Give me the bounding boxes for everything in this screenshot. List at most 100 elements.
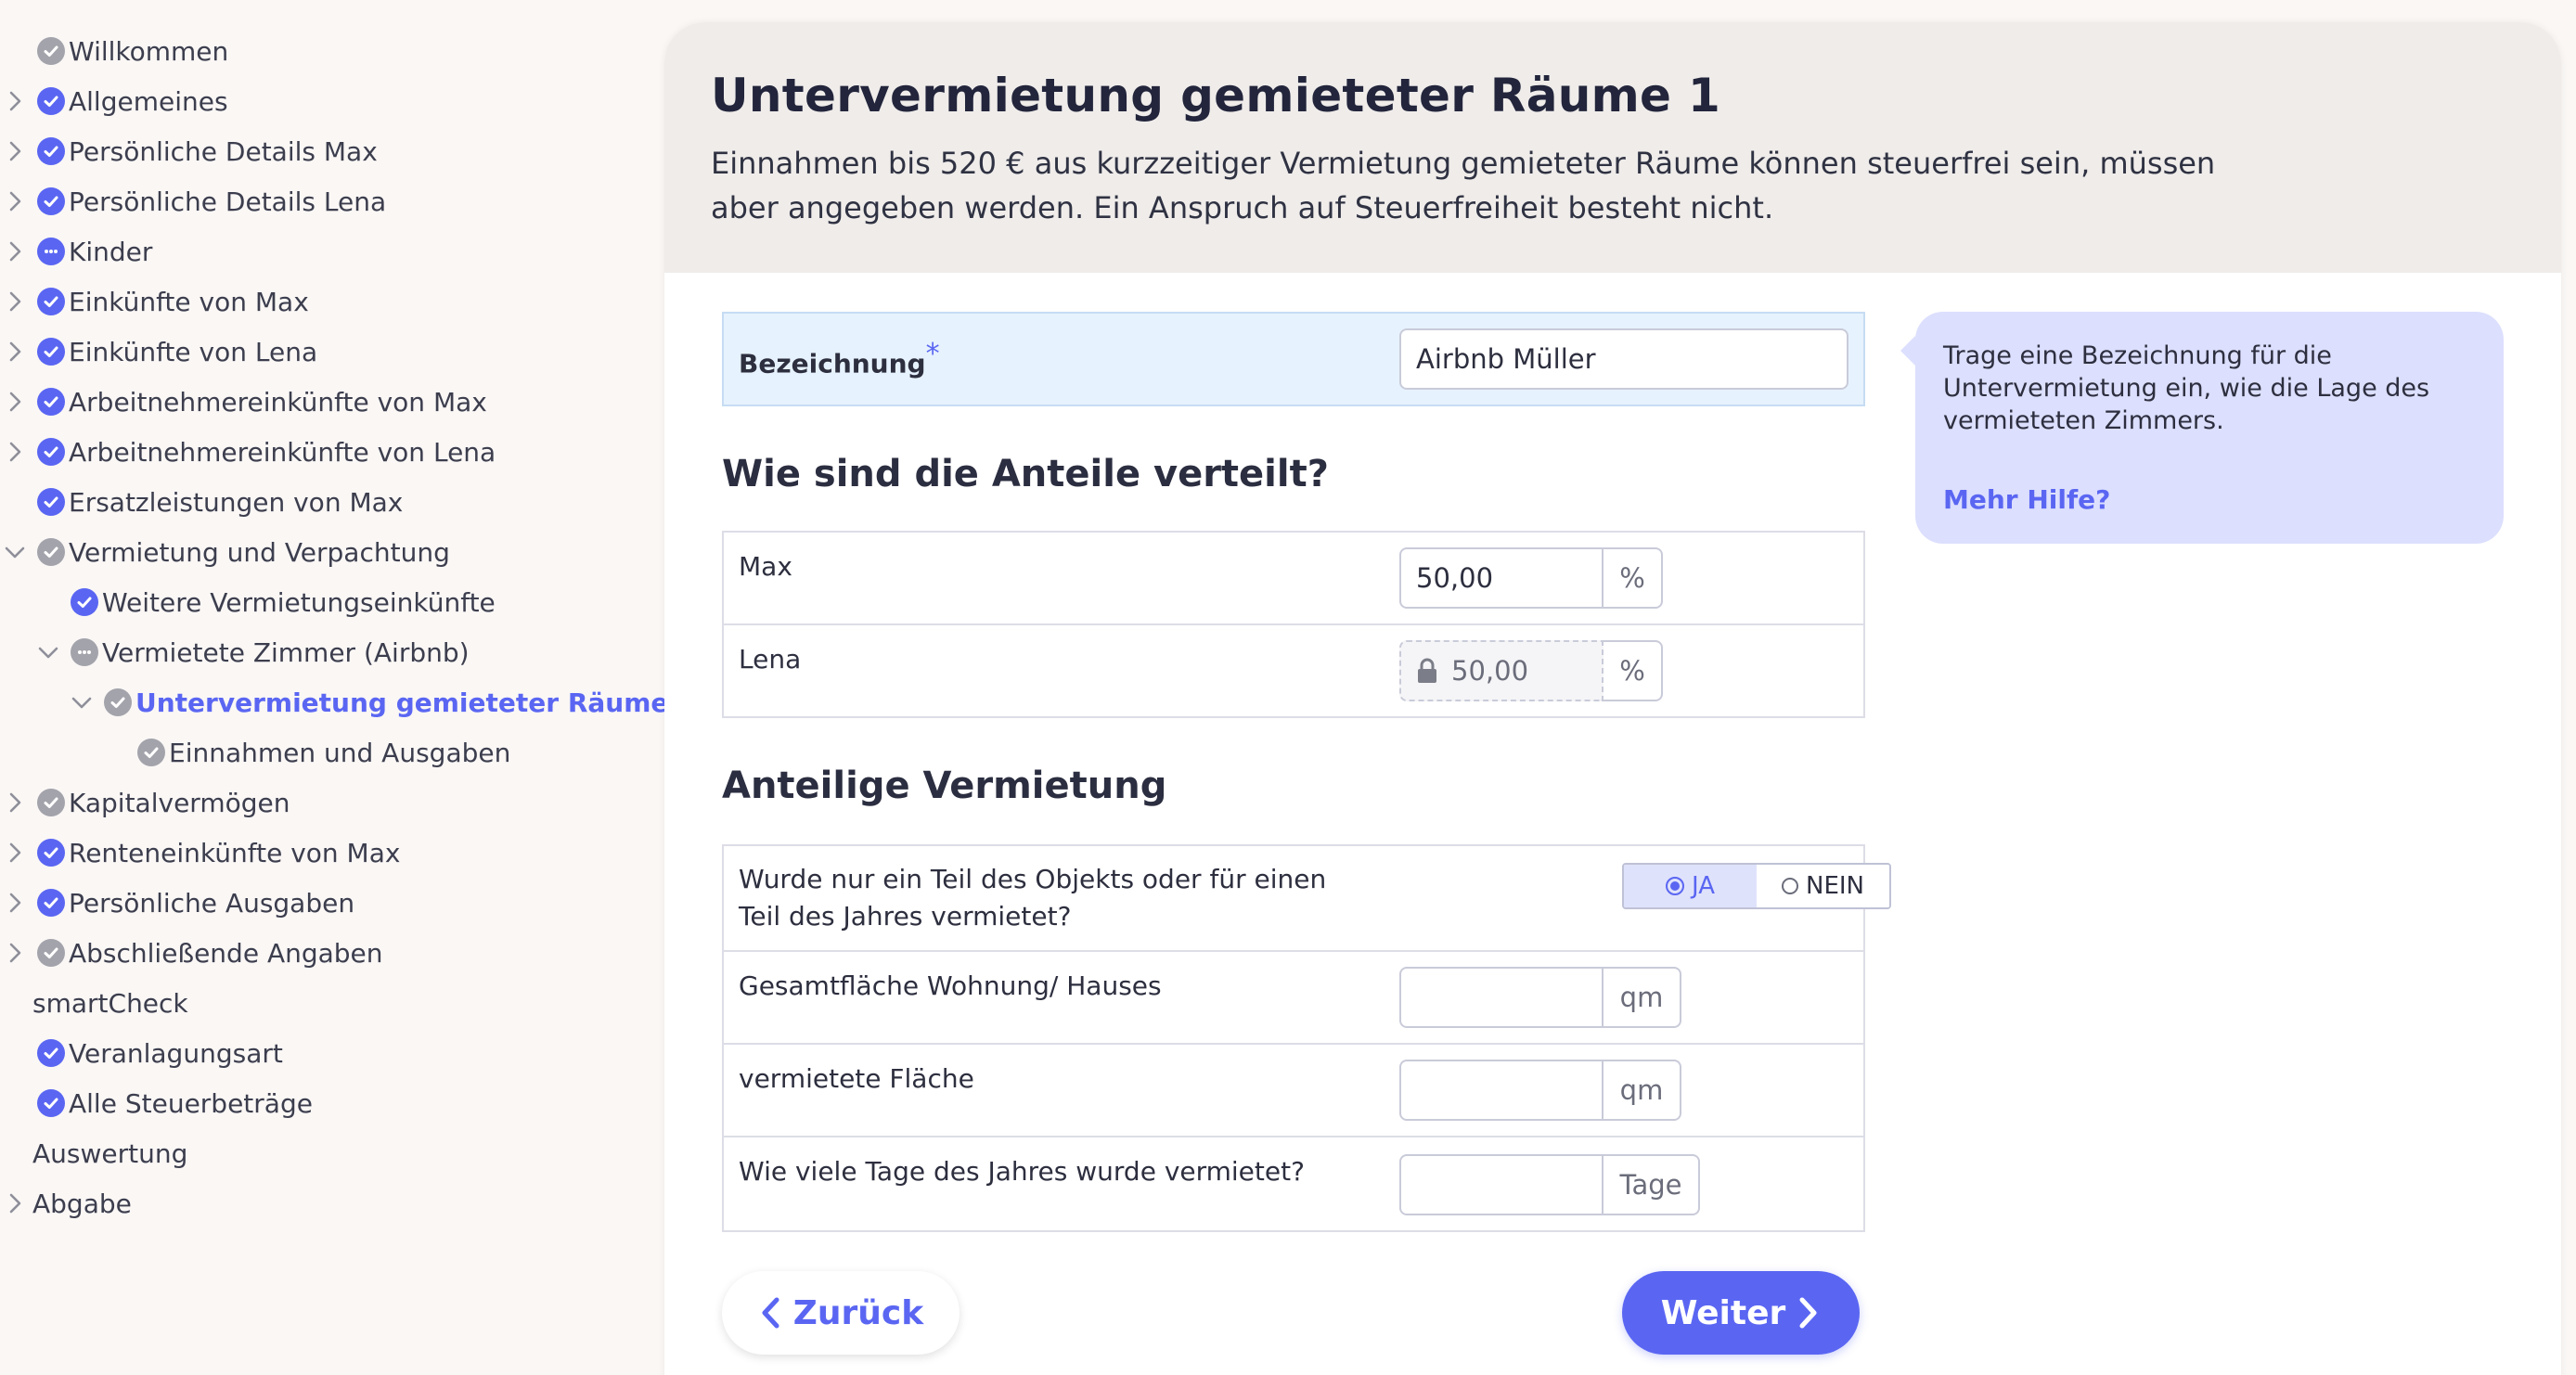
check-circle-icon <box>37 488 65 516</box>
chevron-right-icon[interactable] <box>4 341 26 363</box>
sidebar-item-label: Einkünfte von Max <box>69 286 309 317</box>
anteile-section-title: Wie sind die Anteile verteilt? <box>722 453 1329 495</box>
vermietete-flaeche-row: vermietete Fläche qm <box>722 1043 1865 1137</box>
sidebar-item-content: Willkommen <box>37 36 228 67</box>
sidebar-item-content: smartCheck <box>32 988 188 1019</box>
sidebar-item[interactable]: Arbeitnehmereinkünfte von Max <box>0 377 650 427</box>
sidebar-item[interactable]: Willkommen <box>0 26 650 76</box>
sidebar-item[interactable]: Vermietete Zimmer (Airbnb) <box>0 627 650 677</box>
sidebar-item[interactable]: Veranlagungsart <box>0 1028 650 1078</box>
sidebar-item-content: Veranlagungsart <box>37 1038 283 1069</box>
chevron-right-icon[interactable] <box>4 942 26 964</box>
back-button[interactable]: Zurück <box>722 1271 960 1355</box>
sidebar-item-label: Renteneinkünfte von Max <box>69 837 401 868</box>
sidebar-item[interactable]: Kapitalvermögen <box>0 777 650 828</box>
chevron-right-icon[interactable] <box>4 391 26 413</box>
chevron-right-icon[interactable] <box>4 290 26 313</box>
ja-radio-icon <box>1666 877 1684 895</box>
check-circle-icon <box>37 338 65 366</box>
sidebar-item-content: Einnahmen und Ausgaben <box>137 738 510 768</box>
sidebar-item[interactable]: Persönliche Details Lena <box>0 176 650 226</box>
next-button[interactable]: Weiter <box>1622 1271 1860 1355</box>
sidebar-item-label: Kapitalvermögen <box>69 787 290 818</box>
sidebar-item[interactable]: Persönliche Details Max <box>0 126 650 176</box>
sidebar-item[interactable]: Einkünfte von Lena <box>0 327 650 377</box>
sidebar-item[interactable]: Auswertung <box>0 1128 650 1178</box>
main-card: Untervermietung gemieteter Räume 1 Einna… <box>664 22 2561 1375</box>
sidebar-item[interactable]: Renteneinkünfte von Max <box>0 828 650 878</box>
sidebar-item[interactable]: Weitere Vermietungseinkünfte <box>0 577 650 627</box>
check-circle-icon <box>37 1039 65 1067</box>
sidebar-item[interactable]: Ersatzleistungen von Max <box>0 477 650 527</box>
vermietete-flaeche-input[interactable] <box>1399 1060 1604 1121</box>
help-bubble: Trage eine Bezeichnung für die Unterverm… <box>1900 312 2504 544</box>
sidebar-item[interactable]: smartCheck <box>0 978 650 1028</box>
back-button-label: Zurück <box>792 1293 924 1332</box>
sidebar-item[interactable]: Allgemeines <box>0 76 650 126</box>
sidebar-item-label: Vermietete Zimmer (Airbnb) <box>102 636 470 668</box>
sidebar-item-label: Untervermietung gemieteter Räume 1 <box>135 687 696 718</box>
sidebar-item-label: Einkünfte von Lena <box>69 336 318 367</box>
next-button-label: Weiter <box>1660 1293 1786 1332</box>
sidebar-item-content: Kapitalvermögen <box>37 788 290 818</box>
more-help-link[interactable]: Mehr Hilfe? <box>1943 484 2110 515</box>
sidebar-item-content: Einkünfte von Lena <box>37 337 317 367</box>
sidebar-item-content: Persönliche Details Max <box>37 136 378 167</box>
sidebar-item[interactable]: Alle Steuerbeträge <box>0 1078 650 1128</box>
sidebar-item-label: Weitere Vermietungseinkünfte <box>102 586 496 618</box>
sidebar-item[interactable]: Abgabe <box>0 1178 650 1228</box>
anteil-lena-value: 50,00 <box>1451 655 1529 687</box>
ja-option[interactable]: JA <box>1624 865 1757 907</box>
sidebar-item[interactable]: Persönliche Ausgaben <box>0 878 650 928</box>
chevron-down-icon[interactable] <box>37 641 59 663</box>
sidebar-item-content: Arbeitnehmereinkünfte von Max <box>37 387 487 418</box>
chevron-right-icon[interactable] <box>4 1192 26 1214</box>
sidebar-item-content: Persönliche Details Lena <box>37 186 386 217</box>
page-title: Untervermietung gemieteter Räume 1 <box>711 69 1721 122</box>
bezeichnung-label: Bezeichnung* <box>739 338 940 379</box>
check-circle-icon <box>37 288 65 315</box>
check-circle-icon <box>37 939 65 967</box>
anteilig-section-title: Anteilige Vermietung <box>722 765 1167 807</box>
sidebar-item[interactable]: Einkünfte von Max <box>0 276 650 327</box>
check-circle-icon <box>37 839 65 867</box>
chevron-right-icon <box>1795 1296 1821 1330</box>
sidebar-item-content: Weitere Vermietungseinkünfte <box>71 587 496 618</box>
anteil-max-input[interactable]: 50,00 <box>1399 547 1604 609</box>
chevron-right-icon[interactable] <box>4 441 26 463</box>
sidebar-item[interactable]: Vermietung und Verpachtung <box>0 527 650 577</box>
sidebar-item[interactable]: Untervermietung gemieteter Räume 1 <box>0 677 696 727</box>
anteil-lena-label: Lena <box>739 644 802 675</box>
chevron-down-icon[interactable] <box>71 691 93 713</box>
help-text: Trage eine Bezeichnung für die Unterverm… <box>1943 341 2430 435</box>
chevron-right-icon[interactable] <box>4 791 26 814</box>
chevron-right-icon[interactable] <box>4 190 26 212</box>
nein-option[interactable]: NEIN <box>1757 865 1889 907</box>
sidebar-item-content: Abgabe <box>32 1189 132 1219</box>
gesamtflaeche-input[interactable] <box>1399 967 1604 1028</box>
gesamtflaeche-unit: qm <box>1604 967 1681 1028</box>
sidebar-item-content: Ersatzleistungen von Max <box>37 487 403 518</box>
chevron-right-icon[interactable] <box>4 892 26 914</box>
chevron-right-icon[interactable] <box>4 240 26 263</box>
check-circle-icon <box>37 889 65 917</box>
sidebar-item-label: Willkommen <box>69 35 229 67</box>
bezeichnung-input[interactable]: Airbnb Müller <box>1399 328 1848 390</box>
tage-input[interactable] <box>1399 1154 1604 1215</box>
chevron-right-icon[interactable] <box>4 90 26 112</box>
sidebar-item-content: Kinder <box>37 237 152 267</box>
chevron-left-icon <box>758 1296 784 1330</box>
sidebar-item-label: Persönliche Details Max <box>69 135 378 167</box>
sidebar-item[interactable]: Kinder <box>0 226 650 276</box>
sidebar-item[interactable]: Abschließende Angaben <box>0 928 650 978</box>
chevron-right-icon[interactable] <box>4 140 26 162</box>
sidebar-item[interactable]: Einnahmen und Ausgaben <box>0 727 650 777</box>
check-circle-icon <box>37 438 65 466</box>
sidebar-item[interactable]: Arbeitnehmereinkünfte von Lena <box>0 427 650 477</box>
sidebar-item-label: Arbeitnehmereinkünfte von Lena <box>69 436 496 468</box>
sidebar-item-label: Persönliche Ausgaben <box>69 887 355 919</box>
gesamtflaeche-row: Gesamtfläche Wohnung/ Hauses qm <box>722 950 1865 1045</box>
chevron-right-icon[interactable] <box>4 842 26 864</box>
anteilig-question-label: Wurde nur ein Teil des Objekts oder für … <box>739 864 1327 932</box>
chevron-down-icon[interactable] <box>4 541 26 563</box>
